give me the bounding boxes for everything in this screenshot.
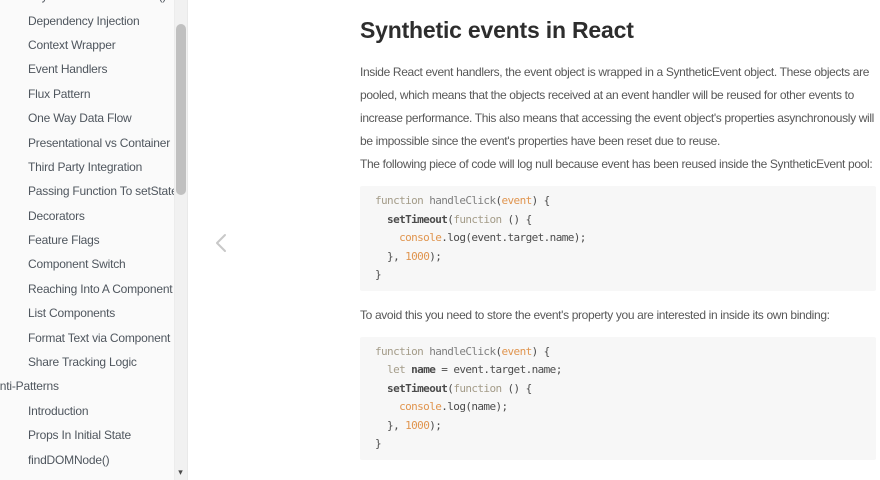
sidebar-nav-list: Async Nature Of setState()Dependency Inj…: [0, 0, 173, 472]
sidebar-item[interactable]: Props In Initial State: [0, 423, 173, 447]
sidebar-item[interactable]: Share Tracking Logic: [0, 350, 173, 374]
code-line: console.log(event.target.name);: [375, 229, 861, 248]
article: Synthetic events in React Inside React e…: [360, 16, 876, 460]
sidebar-item[interactable]: Feature Flags: [0, 228, 173, 252]
paragraph-code2-lead: To avoid this you need to store the even…: [360, 304, 876, 327]
sidebar-item[interactable]: Format Text via Component: [0, 325, 173, 349]
sidebar-item[interactable]: One Way Data Flow: [0, 106, 173, 130]
code-line: }: [375, 435, 861, 454]
sidebar-item[interactable]: Decorators: [0, 204, 173, 228]
sidebar-item[interactable]: Introduction: [0, 399, 173, 423]
prev-page-button[interactable]: [211, 231, 229, 255]
page-title: Synthetic events in React: [360, 16, 876, 44]
sidebar-item[interactable]: Reaching Into A Component: [0, 277, 173, 301]
sidebar-item[interactable]: Event Handlers: [0, 57, 173, 81]
sidebar-item[interactable]: findDOMNode(): [0, 447, 173, 471]
sidebar-item[interactable]: Context Wrapper: [0, 33, 173, 57]
code-line: function handleClick(event) {: [375, 192, 861, 211]
main-content: Synthetic events in React Inside React e…: [189, 0, 880, 480]
code-line: function handleClick(event) {: [375, 343, 861, 362]
sidebar-item[interactable]: Flux Pattern: [0, 82, 173, 106]
paragraph-intro: Inside React event handlers, the event o…: [360, 61, 876, 153]
sidebar-item[interactable]: Presentational vs Container: [0, 130, 173, 154]
paragraph-code1-lead: The following piece of code will log nul…: [360, 153, 876, 176]
sidebar-item[interactable]: Async Nature Of setState(): [0, 0, 173, 8]
chevron-left-icon: [214, 233, 227, 253]
code-block-1: function handleClick(event) { setTimeout…: [360, 186, 876, 291]
code-line: setTimeout(function () {: [375, 211, 861, 230]
code-line: }, 1000);: [375, 248, 861, 267]
code-block-2: function handleClick(event) { let name =…: [360, 337, 876, 460]
scroll-down-arrow-icon[interactable]: ▾: [174, 466, 187, 478]
code-line: }: [375, 266, 861, 285]
sidebar-scrollbar[interactable]: [174, 0, 188, 480]
sidebar-item[interactable]: Passing Function To setState(): [0, 179, 173, 203]
sidebar-section-header: Anti-Patterns: [0, 374, 173, 398]
sidebar: Async Nature Of setState()Dependency Inj…: [0, 0, 188, 480]
code-line: let name = event.target.name;: [375, 361, 861, 380]
code-line: setTimeout(function () {: [375, 380, 861, 399]
sidebar-item[interactable]: Dependency Injection: [0, 8, 173, 32]
sidebar-scrollbar-thumb[interactable]: [176, 24, 186, 195]
code-line: console.log(name);: [375, 398, 861, 417]
sidebar-item[interactable]: Component Switch: [0, 252, 173, 276]
sidebar-item[interactable]: List Components: [0, 301, 173, 325]
code-line: }, 1000);: [375, 417, 861, 436]
sidebar-item[interactable]: Third Party Integration: [0, 155, 173, 179]
